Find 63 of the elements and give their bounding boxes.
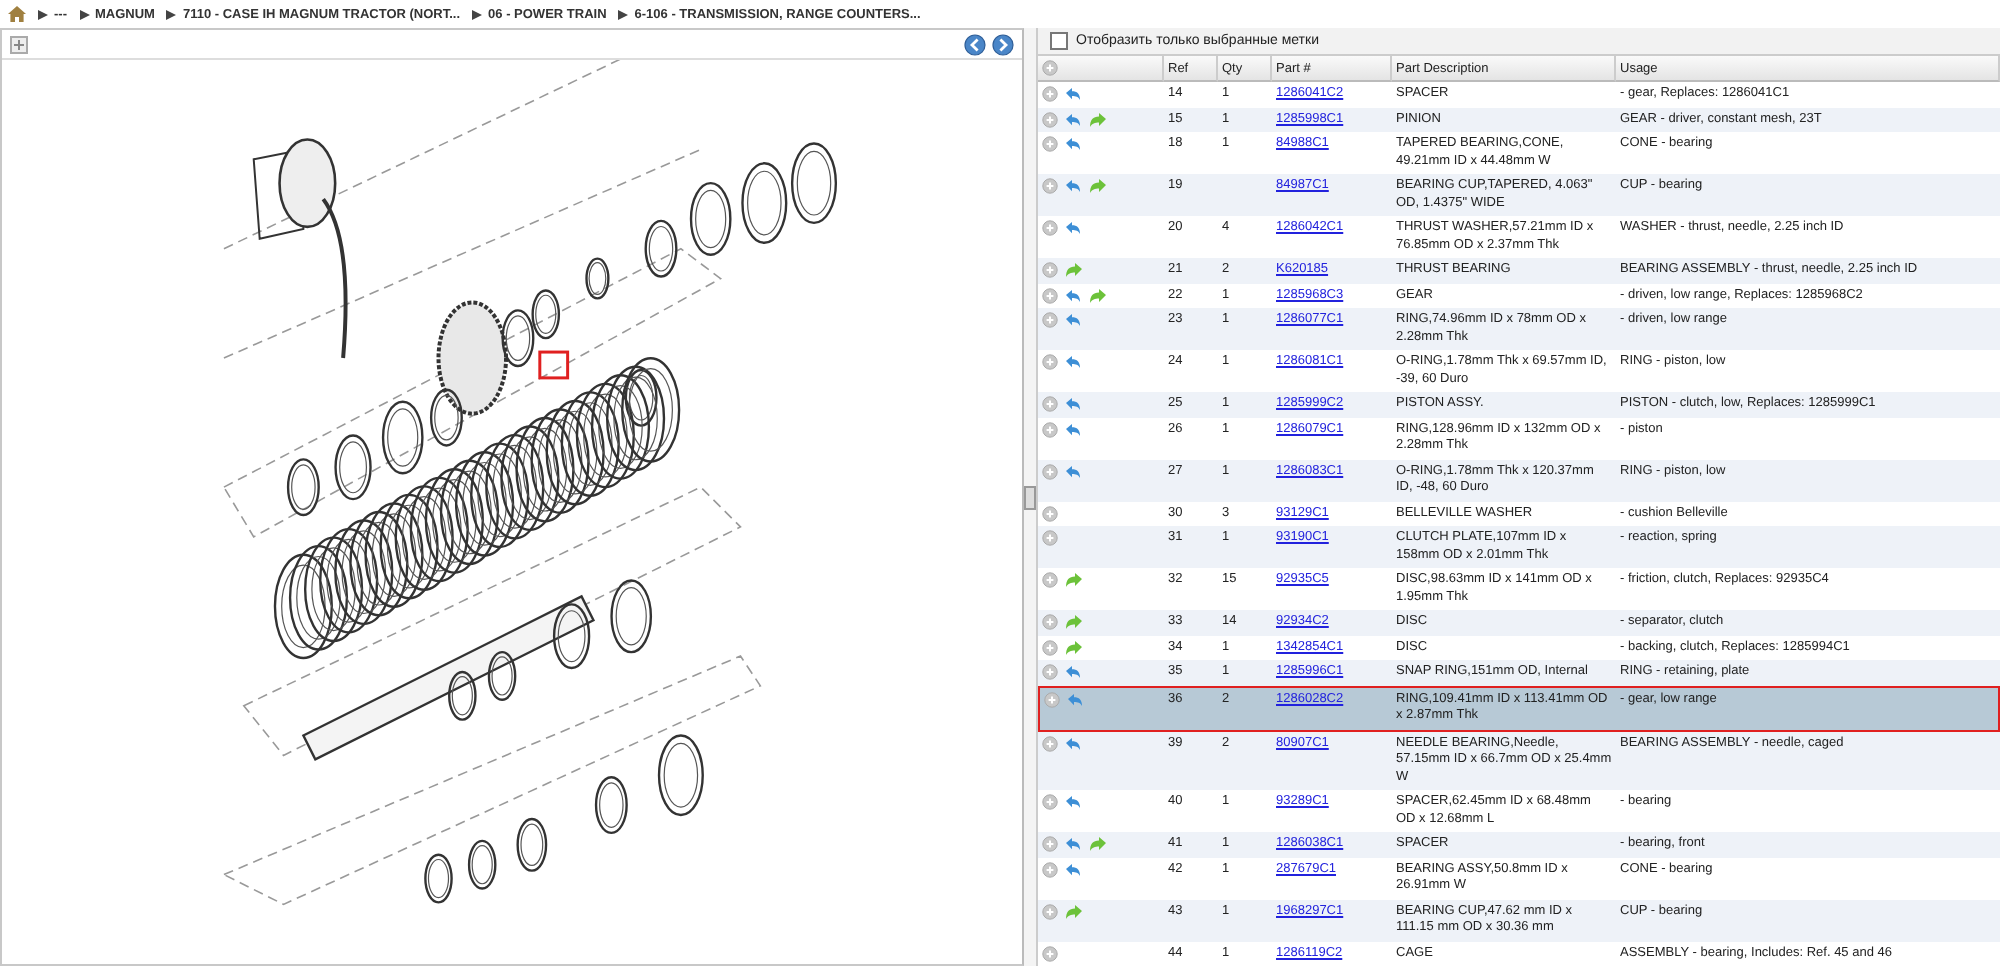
back-arrow-icon[interactable] — [1064, 220, 1082, 236]
forward-arrow-icon[interactable] — [1088, 111, 1108, 127]
triangle-icon — [618, 9, 629, 19]
back-arrow-icon[interactable] — [1064, 735, 1082, 751]
back-arrow-icon[interactable] — [1064, 794, 1082, 810]
back-arrow-icon[interactable] — [1064, 178, 1082, 194]
filter-checkbox[interactable] — [1050, 32, 1068, 50]
add-icon[interactable] — [1042, 614, 1058, 630]
add-icon[interactable] — [1042, 903, 1058, 919]
add-icon[interactable] — [1042, 312, 1058, 328]
forward-arrow-icon[interactable] — [1064, 614, 1084, 630]
back-arrow-icon[interactable] — [1064, 463, 1082, 479]
add-icon[interactable] — [1042, 505, 1058, 521]
back-arrow-icon[interactable] — [1064, 861, 1082, 877]
add-icon[interactable] — [1042, 178, 1058, 194]
forward-button[interactable] — [992, 33, 1014, 55]
add-icon[interactable] — [1042, 421, 1058, 437]
add-icon[interactable] — [1042, 572, 1058, 588]
back-arrow-icon[interactable] — [1064, 287, 1082, 303]
back-arrow-icon[interactable] — [1064, 421, 1082, 437]
add-icon[interactable] — [1042, 396, 1058, 412]
back-button[interactable] — [964, 33, 986, 55]
add-icon[interactable] — [1042, 220, 1058, 236]
back-arrow-icon[interactable] — [1064, 136, 1082, 152]
back-arrow-icon[interactable] — [1064, 396, 1082, 412]
add-icon[interactable] — [1042, 945, 1058, 961]
forward-arrow-icon[interactable] — [1088, 836, 1108, 852]
triangle-icon — [38, 9, 48, 19]
back-arrow-icon[interactable] — [1064, 664, 1082, 680]
add-icon[interactable] — [1042, 354, 1058, 370]
back-arrow-icon[interactable] — [1064, 86, 1082, 102]
add-icon[interactable] — [1044, 691, 1060, 707]
forward-arrow-icon[interactable] — [1064, 262, 1084, 278]
add-icon[interactable] — [1042, 86, 1058, 102]
forward-arrow-icon[interactable] — [1064, 639, 1084, 655]
forward-arrow-icon[interactable] — [1088, 287, 1108, 303]
add-icon[interactable] — [1042, 136, 1058, 152]
add-icon[interactable] — [1042, 530, 1058, 546]
triangle-icon — [79, 9, 89, 19]
add-icon[interactable] — [1042, 111, 1058, 127]
forward-arrow-icon[interactable] — [1088, 178, 1108, 194]
collapse-handle[interactable] — [1024, 485, 1036, 509]
add-icon[interactable] — [1042, 836, 1058, 852]
back-arrow-icon[interactable] — [1064, 354, 1082, 370]
back-arrow-icon[interactable] — [1064, 836, 1082, 852]
forward-arrow-icon[interactable] — [1064, 903, 1084, 919]
back-arrow-icon[interactable] — [1064, 312, 1082, 328]
add-icon[interactable] — [1042, 463, 1058, 479]
triangle-icon — [166, 9, 177, 19]
expand-icon[interactable] — [10, 35, 28, 53]
add-icon[interactable] — [1042, 287, 1058, 303]
add-icon[interactable] — [1042, 664, 1058, 680]
add-icon[interactable] — [1042, 735, 1058, 751]
add-icon[interactable] — [1042, 60, 1058, 76]
back-arrow-icon[interactable] — [1064, 111, 1082, 127]
home-icon[interactable] — [8, 6, 26, 22]
triangle-icon — [472, 9, 483, 19]
add-icon[interactable] — [1042, 639, 1058, 655]
add-icon[interactable] — [1042, 262, 1058, 278]
forward-arrow-icon[interactable] — [1064, 572, 1084, 588]
back-arrow-icon[interactable] — [1066, 691, 1084, 707]
add-icon[interactable] — [1042, 794, 1058, 810]
add-icon[interactable] — [1042, 861, 1058, 877]
